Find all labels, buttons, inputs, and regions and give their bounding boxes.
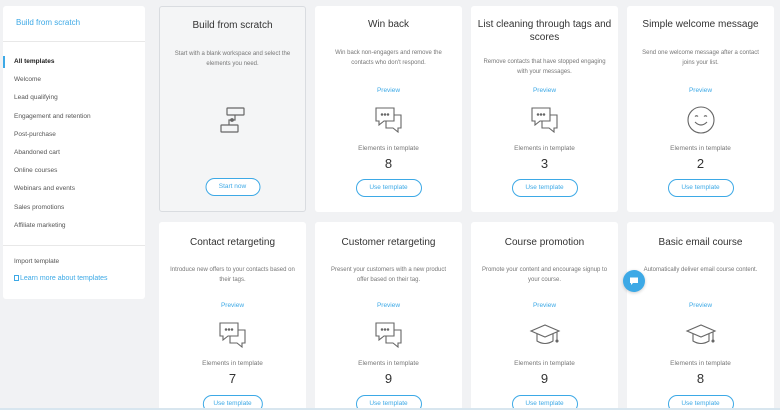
card-description: Win back non-engagers and remove the con…: [335, 50, 442, 66]
card-description: Introduce new offers to your contacts ba…: [170, 267, 295, 283]
chat-icon: [630, 277, 638, 285]
sidebar-item-affiliate-marketing[interactable]: Affiliate marketing: [3, 217, 145, 235]
learn-more-label: Learn more about templates: [20, 274, 108, 282]
start-now-button[interactable]: Start now: [205, 178, 260, 196]
elements-count: 7: [228, 371, 237, 386]
template-card-win-back[interactable]: Win back Win back non-engagers and remov…: [315, 6, 462, 212]
card-description: Present your customers with a new produc…: [330, 267, 447, 283]
preview-link[interactable]: Preview: [471, 302, 618, 309]
template-card-course-promotion[interactable]: Course promotion Promote your content an…: [471, 222, 618, 410]
card-title: List cleaning through tags and scores: [477, 19, 612, 43]
elements-count: 9: [384, 371, 393, 386]
info-icon: [14, 274, 19, 281]
template-card-contact-retargeting[interactable]: Contact retargeting Introduce new offers…: [159, 222, 306, 410]
preview-link[interactable]: Preview: [627, 87, 774, 94]
elements-label: Elements in template: [514, 145, 575, 152]
preview-link[interactable]: Preview: [315, 302, 462, 309]
template-card-simple-welcome[interactable]: Simple welcome message Send one welcome …: [627, 6, 774, 212]
sidebar-item-engagement[interactable]: Engagement and retention: [3, 108, 145, 126]
sidebar-item-sales-promotions[interactable]: Sales promotions: [3, 199, 145, 217]
template-card-customer-retargeting[interactable]: Customer retargeting Present your custom…: [315, 222, 462, 410]
card-title: Simple welcome message: [642, 19, 759, 30]
elements-label: Elements in template: [670, 145, 731, 152]
card-title: Basic email course: [658, 237, 743, 248]
workflow-icon: [160, 105, 305, 137]
chat-widget-button[interactable]: [623, 270, 645, 292]
elements-label: Elements in template: [358, 360, 419, 367]
card-title: Course promotion: [504, 237, 585, 248]
elements-count: 9: [540, 371, 549, 386]
sidebar-item-webinars[interactable]: Webinars and events: [3, 180, 145, 198]
card-title: Customer retargeting: [341, 237, 436, 248]
elements-count: 8: [384, 156, 393, 171]
use-template-button[interactable]: Use template: [355, 179, 422, 197]
card-description: Send one welcome message after a contact…: [642, 50, 759, 66]
chat-bubbles-icon: [159, 319, 306, 351]
preview-link[interactable]: Preview: [315, 87, 462, 94]
chat-bubbles-icon: [315, 104, 462, 136]
template-card-basic-email-course[interactable]: Basic email course Automatically deliver…: [627, 222, 774, 410]
elements-label: Elements in template: [670, 360, 731, 367]
sidebar-item-lead-qualifying[interactable]: Lead qualifying: [3, 89, 145, 107]
card-description: Automatically deliver email course conte…: [643, 267, 758, 273]
import-template-link[interactable]: Import template: [3, 246, 145, 265]
card-description: Start with a blank workspace and select …: [174, 51, 291, 67]
card-description: Remove contacts that have stopped engagi…: [483, 59, 606, 75]
card-description: Promote your content and encourage signu…: [481, 267, 608, 283]
elements-count: 3: [540, 156, 549, 171]
sidebar-item-online-courses[interactable]: Online courses: [3, 162, 145, 180]
sidebar-item-all-templates[interactable]: All templates: [3, 53, 145, 71]
preview-link[interactable]: Preview: [471, 87, 618, 94]
sidebar-build-from-scratch-link[interactable]: Build from scratch: [3, 6, 145, 42]
chat-bubbles-icon: [471, 104, 618, 136]
use-template-button[interactable]: Use template: [511, 179, 578, 197]
chat-bubbles-icon: [315, 319, 462, 351]
sidebar-item-welcome[interactable]: Welcome: [3, 71, 145, 89]
sidebar-item-post-purchase[interactable]: Post-purchase: [3, 126, 145, 144]
card-title: Build from scratch: [192, 20, 273, 31]
template-card-list-cleaning[interactable]: List cleaning through tags and scores Re…: [471, 6, 618, 212]
preview-link[interactable]: Preview: [159, 302, 306, 309]
template-card-build-from-scratch[interactable]: Build from scratch Start with a blank wo…: [159, 6, 306, 212]
elements-label: Elements in template: [202, 360, 263, 367]
graduation-cap-icon: [627, 319, 774, 351]
preview-link[interactable]: Preview: [627, 302, 774, 309]
card-title: Contact retargeting: [189, 237, 276, 248]
graduation-cap-icon: [471, 319, 618, 351]
card-title: Win back: [367, 19, 410, 30]
elements-count: 2: [696, 156, 705, 171]
sidebar-category-list: All templates Welcome Lead qualifying En…: [3, 42, 145, 235]
use-template-button[interactable]: Use template: [667, 179, 734, 197]
elements-count: 8: [696, 371, 705, 386]
learn-more-link[interactable]: Learn more about templates: [3, 265, 145, 282]
elements-label: Elements in template: [358, 145, 419, 152]
elements-label: Elements in template: [514, 360, 575, 367]
sidebar: Build from scratch All templates Welcome…: [3, 6, 145, 299]
sidebar-item-abandoned-cart[interactable]: Abandoned cart: [3, 144, 145, 162]
smiley-icon: [627, 104, 774, 136]
